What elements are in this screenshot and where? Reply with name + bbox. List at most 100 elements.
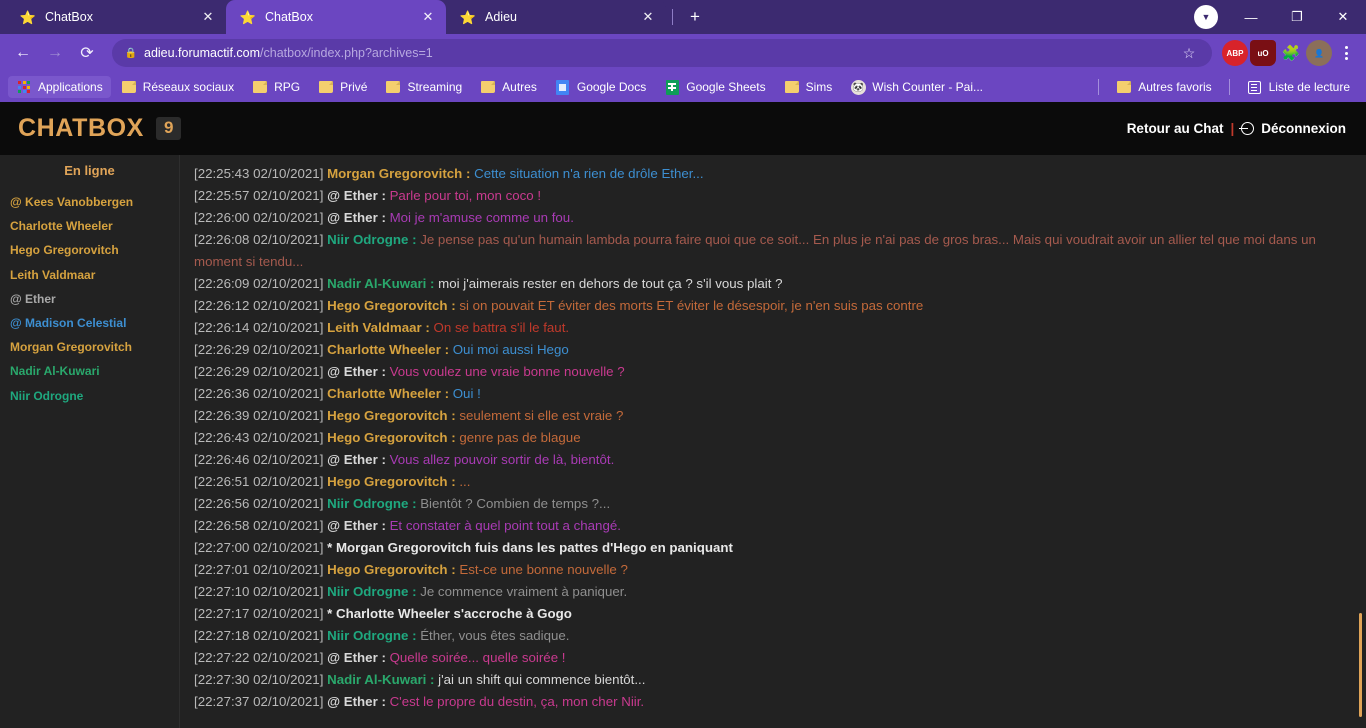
bookmark-label: Google Docs xyxy=(576,80,647,94)
message-text: C'est le propre du destin, ça, mon cher … xyxy=(389,694,645,709)
browser-tab-1[interactable]: ⭐ ChatBox ✕ xyxy=(226,0,446,34)
message-author[interactable]: Leith Valdmaar xyxy=(327,320,425,335)
bookmark-google-sheets[interactable]: Google Sheets xyxy=(656,76,773,98)
logout-link[interactable]: Déconnexion xyxy=(1261,121,1346,136)
bookmark-label: Liste de lecture xyxy=(1268,80,1350,94)
back-icon[interactable]: ← xyxy=(8,38,38,68)
message-author[interactable]: Hego Gregorovitch xyxy=(327,562,451,577)
message-text: Quelle soirée... quelle soirée ! xyxy=(389,650,566,665)
message-author[interactable]: Nadir Al-Kuwari xyxy=(327,276,430,291)
new-tab-button[interactable]: + xyxy=(681,3,709,31)
close-window-button[interactable]: ✕ xyxy=(1320,0,1366,34)
online-user-item[interactable]: Leith Valdmaar xyxy=(0,263,179,287)
bookmark-liste-de-lecture[interactable]: Liste de lecture xyxy=(1239,76,1358,98)
bookmark-autres-favoris[interactable]: Autres favoris xyxy=(1108,76,1219,98)
scrollbar[interactable] xyxy=(1356,155,1362,728)
adblock-plus-icon[interactable]: ABP xyxy=(1222,40,1248,66)
bookmark-reseaux-sociaux[interactable]: Réseaux sociaux xyxy=(113,76,242,98)
message-author[interactable]: Morgan Gregorovitch xyxy=(327,166,466,181)
message-author[interactable]: @ Ether xyxy=(327,364,381,379)
close-icon[interactable]: ✕ xyxy=(420,9,436,25)
profile-chip-icon[interactable]: ▼ xyxy=(1194,5,1218,29)
message-author[interactable]: Hego Gregorovitch xyxy=(327,408,451,423)
message-text: Vous allez pouvoir sortir de là, bientôt… xyxy=(389,452,615,467)
message-author[interactable]: Nadir Al-Kuwari xyxy=(327,672,430,687)
address-bar[interactable]: 🔒 adieu.forumactif.com/chatbox/index.php… xyxy=(112,39,1212,67)
message-author[interactable]: Charlotte Wheeler xyxy=(327,386,444,401)
message-author[interactable]: @ Ether xyxy=(327,452,381,467)
bookmark-autres[interactable]: Autres xyxy=(472,76,545,98)
message-colon: : xyxy=(412,584,421,599)
message-author[interactable]: Niir Odrogne xyxy=(327,496,412,511)
message-action-text: * Morgan Gregorovitch fuis dans les patt… xyxy=(327,540,733,555)
close-icon[interactable]: ✕ xyxy=(640,9,656,25)
chat-message: [22:27:17 02/10/2021] * Charlotte Wheele… xyxy=(194,603,1348,625)
online-user-item[interactable]: Niir Odrogne xyxy=(0,384,179,408)
message-author[interactable]: Hego Gregorovitch xyxy=(327,430,451,445)
scrollbar-thumb[interactable] xyxy=(1359,613,1362,717)
bookmark-rpg[interactable]: RPG xyxy=(244,76,308,98)
online-user-item[interactable]: @ Madison Celestial xyxy=(0,311,179,335)
online-user-item[interactable]: Charlotte Wheeler xyxy=(0,214,179,238)
message-author[interactable]: Hego Gregorovitch xyxy=(327,298,451,313)
bookmark-prive[interactable]: Privé xyxy=(310,76,375,98)
bookmarks-divider xyxy=(1228,79,1230,95)
extensions-puzzle-icon[interactable]: 🧩 xyxy=(1278,40,1304,66)
status-badge: 9 xyxy=(155,116,182,141)
message-timestamp: [22:25:57 02/10/2021] xyxy=(194,188,328,203)
message-author[interactable]: @ Ether xyxy=(327,694,381,709)
tab-title: Adieu xyxy=(485,10,517,24)
message-timestamp: [22:26:39 02/10/2021] xyxy=(194,408,328,423)
online-user-item[interactable]: @ Ether xyxy=(0,287,179,311)
maximize-button[interactable]: ❐ xyxy=(1274,0,1320,34)
chat-message: [22:26:12 02/10/2021] Hego Gregorovitch … xyxy=(194,295,1348,317)
bookmark-sims[interactable]: Sims xyxy=(776,76,841,98)
chat-message: [22:26:29 02/10/2021] @ Ether : Vous vou… xyxy=(194,361,1348,383)
message-author[interactable]: @ Ether xyxy=(327,650,381,665)
message-author[interactable]: @ Ether xyxy=(327,518,381,533)
chat-message: [22:26:14 02/10/2021] Leith Valdmaar : O… xyxy=(194,317,1348,339)
message-author[interactable]: @ Ether xyxy=(327,188,381,203)
message-timestamp: [22:26:36 02/10/2021] xyxy=(194,386,328,401)
browser-tab-2[interactable]: ⭐ Adieu ✕ xyxy=(446,0,666,34)
message-author[interactable]: Charlotte Wheeler xyxy=(327,342,444,357)
avatar[interactable]: 👤 xyxy=(1306,40,1332,66)
chat-message: [22:27:22 02/10/2021] @ Ether : Quelle s… xyxy=(194,647,1348,669)
message-author[interactable]: Niir Odrogne xyxy=(327,232,412,247)
online-user-item[interactable]: Nadir Al-Kuwari xyxy=(0,359,179,383)
reload-icon[interactable]: ⟳ xyxy=(72,38,102,68)
message-author[interactable]: Niir Odrogne xyxy=(327,584,412,599)
message-author[interactable]: Niir Odrogne xyxy=(327,628,412,643)
online-user-item[interactable]: Morgan Gregorovitch xyxy=(0,335,179,359)
tab-title: ChatBox xyxy=(265,10,313,24)
forward-icon[interactable]: → xyxy=(40,38,70,68)
bookmark-google-docs[interactable]: Google Docs xyxy=(547,76,654,98)
online-user-item[interactable]: @ Kees Vanobbergen xyxy=(0,190,179,214)
chatbox-header-actions: Retour au Chat | Déconnexion xyxy=(1127,121,1346,136)
back-to-chat-link[interactable]: Retour au Chat xyxy=(1127,121,1224,136)
bookmark-applications[interactable]: Applications xyxy=(8,76,111,98)
message-text: moi j'aimerais rester en dehors de tout … xyxy=(438,276,783,291)
message-author[interactable]: @ Ether xyxy=(327,210,381,225)
message-timestamp: [22:27:00 02/10/2021] xyxy=(194,540,328,555)
bookmark-streaming[interactable]: Streaming xyxy=(377,76,470,98)
folder-icon xyxy=(318,79,334,95)
browser-tab-0[interactable]: ⭐ ChatBox ✕ xyxy=(6,0,226,34)
message-text: Cette situation n'a rien de drôle Ether.… xyxy=(474,166,704,181)
bookmark-wish-counter[interactable]: 🐼 Wish Counter - Pai... xyxy=(842,76,991,98)
logout-icon[interactable] xyxy=(1239,122,1255,135)
message-timestamp: [22:26:58 02/10/2021] xyxy=(194,518,328,533)
bookmark-label: Streaming xyxy=(407,80,463,94)
ublock-origin-icon[interactable]: uO xyxy=(1250,40,1276,66)
star-icon: ⭐ xyxy=(459,9,477,25)
close-icon[interactable]: ✕ xyxy=(200,9,216,25)
message-author[interactable]: Hego Gregorovitch xyxy=(327,474,451,489)
message-text: On se battra s'il le faut. xyxy=(433,320,570,335)
message-timestamp: [22:27:10 02/10/2021] xyxy=(194,584,328,599)
bookmark-star-icon[interactable]: ☆ xyxy=(1176,40,1202,66)
chat-message: [22:27:18 02/10/2021] Niir Odrogne : Éth… xyxy=(194,625,1348,647)
browser-menu-icon[interactable] xyxy=(1334,40,1358,66)
minimize-button[interactable]: — xyxy=(1228,0,1274,34)
online-user-item[interactable]: Hego Gregorovitch xyxy=(0,238,179,262)
message-colon: : xyxy=(381,452,390,467)
